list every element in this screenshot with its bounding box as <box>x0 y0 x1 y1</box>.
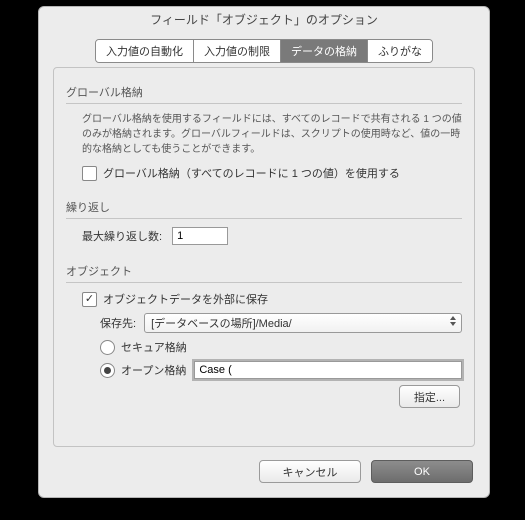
ok-button[interactable]: OK <box>371 460 473 483</box>
tab-storage[interactable]: データの格納 <box>281 40 368 62</box>
repeat-label: 最大繰り返し数: <box>82 228 162 244</box>
global-storage-label: グローバル格納（すべてのレコードに 1 つの値）を使用する <box>103 165 400 181</box>
global-heading: グローバル格納 <box>66 84 462 100</box>
repeat-heading: 繰り返し <box>66 199 462 215</box>
tab-furigana[interactable]: ふりがな <box>368 40 432 62</box>
repeat-input[interactable] <box>172 227 228 245</box>
global-storage-checkbox[interactable] <box>82 166 97 181</box>
location-select[interactable]: [データベースの場所]/Media/ <box>144 313 462 333</box>
object-heading: オブジェクト <box>66 263 462 279</box>
storage-panel: グローバル格納 グローバル格納を使用するフィールドには、すべてのレコードで共有さ… <box>53 67 475 447</box>
options-dialog: フィールド「オブジェクト」のオプション 入力値の自動化 入力値の制限 データの格… <box>38 6 490 498</box>
tab-auto-enter[interactable]: 入力値の自動化 <box>96 40 194 62</box>
secure-storage-label: セキュア格納 <box>121 339 187 355</box>
open-storage-label: オープン格納 <box>121 362 186 378</box>
specify-button[interactable]: 指定... <box>399 385 460 408</box>
location-label: 保存先: <box>100 315 136 331</box>
tab-validation[interactable]: 入力値の制限 <box>194 40 281 62</box>
open-storage-radio[interactable] <box>100 363 115 378</box>
global-description: グローバル格納を使用するフィールドには、すべてのレコードで共有される 1 つの値… <box>82 112 462 157</box>
open-storage-input[interactable] <box>194 361 462 379</box>
tab-bar: 入力値の自動化 入力値の制限 データの格納 ふりがな <box>39 39 489 63</box>
dialog-footer: キャンセル OK <box>259 460 473 483</box>
window-title: フィールド「オブジェクト」のオプション <box>39 7 489 33</box>
location-value: [データベースの場所]/Media/ <box>151 315 292 331</box>
cancel-button[interactable]: キャンセル <box>259 460 361 483</box>
secure-storage-radio[interactable] <box>100 340 115 355</box>
external-storage-label: オブジェクトデータを外部に保存 <box>103 291 268 307</box>
external-storage-checkbox[interactable] <box>82 292 97 307</box>
